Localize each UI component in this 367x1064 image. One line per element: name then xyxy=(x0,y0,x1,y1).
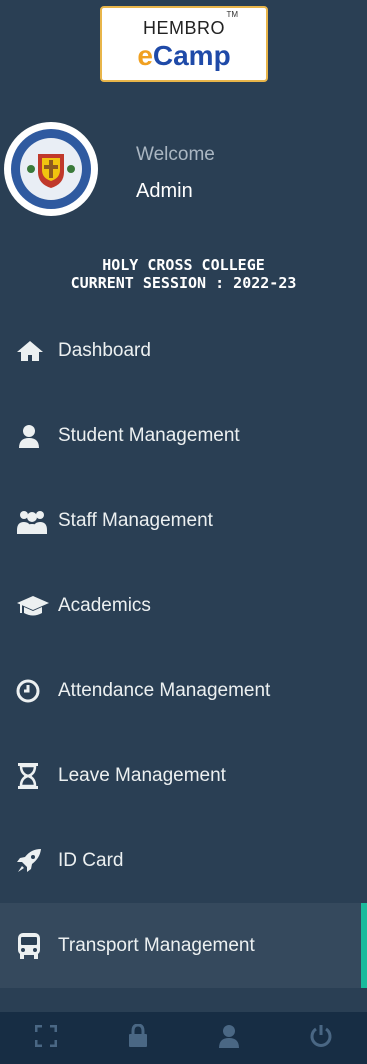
logo-text-top: HEMBRO xyxy=(142,18,225,38)
clock-icon xyxy=(16,676,50,706)
logo-trademark: TM xyxy=(226,10,238,19)
fullscreen-button[interactable] xyxy=(16,1012,76,1064)
sidebar-item-label: Dashboard xyxy=(58,339,151,361)
college-name: HOLY CROSS COLLEGE xyxy=(102,256,265,274)
sidebar-item-label: Academics xyxy=(58,594,151,616)
sidebar-item-attendance-management[interactable]: Attendance Management xyxy=(0,648,367,733)
sidebar-item-label: Transport Management xyxy=(58,934,255,956)
logo-text-bottom: eCamp xyxy=(137,40,231,71)
avatar xyxy=(4,122,98,216)
sidebar-item-label: Staff Management xyxy=(58,509,213,531)
sidebar-item-academics[interactable]: Academics xyxy=(0,563,367,648)
lock-button[interactable] xyxy=(108,1012,168,1064)
user-icon xyxy=(16,421,50,451)
sidebar-item-label: Leave Management xyxy=(58,764,226,786)
rocket-icon xyxy=(16,846,50,876)
college-info: HOLY CROSS COLLEGE CURRENT SESSION : 202… xyxy=(0,256,367,292)
sidebar-item-label: Attendance Management xyxy=(58,679,271,701)
sidebar-footer xyxy=(0,1012,367,1064)
fullscreen-icon xyxy=(34,1024,58,1052)
sidebar-item-id-card[interactable]: ID Card xyxy=(0,818,367,903)
lock-icon xyxy=(127,1022,149,1053)
hourglass-icon xyxy=(16,761,50,791)
sidebar-item-label: ID Card xyxy=(58,849,124,871)
user-name: Admin xyxy=(136,180,193,202)
sidebar-item-staff-management[interactable]: Staff Management xyxy=(0,478,367,563)
graduation-cap-icon xyxy=(16,591,50,621)
welcome-text: Welcome xyxy=(136,144,215,165)
current-session: CURRENT SESSION : 2022-23 xyxy=(70,274,297,292)
sidebar-item-label: Student Management xyxy=(58,424,240,446)
sidebar-menu: Dashboard Student Management Staff Manag… xyxy=(0,308,367,988)
home-icon xyxy=(16,336,50,366)
power-icon xyxy=(309,1024,333,1053)
bus-icon xyxy=(16,931,50,961)
sidebar-item-student-management[interactable]: Student Management xyxy=(0,393,367,478)
app-logo[interactable]: HEMBRO TM eCamp xyxy=(100,6,268,82)
sidebar-item-leave-management[interactable]: Leave Management xyxy=(0,733,367,818)
user-icon xyxy=(218,1024,240,1053)
sidebar-item-transport-management[interactable]: Transport Management xyxy=(0,903,367,988)
sidebar-item-dashboard[interactable]: Dashboard xyxy=(0,308,367,393)
logout-button[interactable] xyxy=(291,1012,351,1064)
users-icon xyxy=(16,506,50,536)
profile-button[interactable] xyxy=(199,1012,259,1064)
